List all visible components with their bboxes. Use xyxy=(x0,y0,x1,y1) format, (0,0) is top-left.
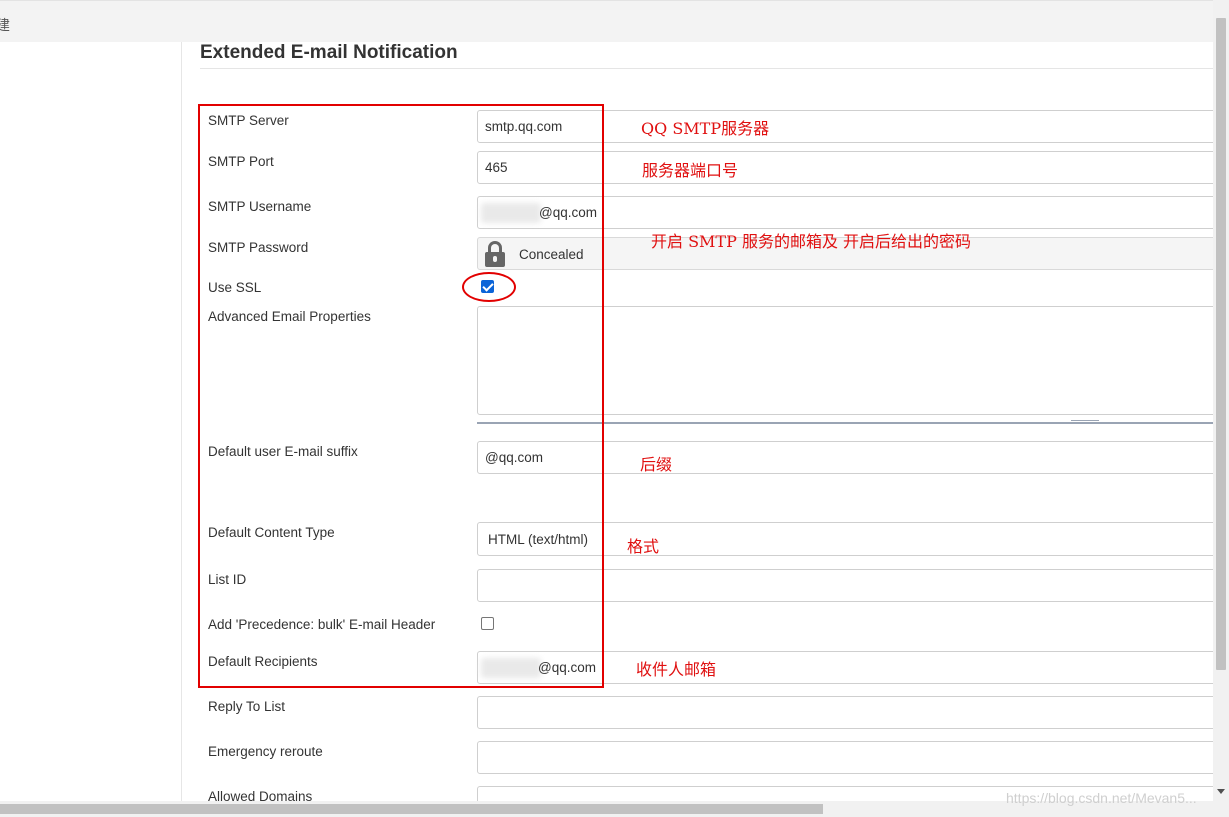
section-divider xyxy=(200,68,1213,69)
annotation-smtp-server: QQ SMTP服务器 xyxy=(641,119,770,138)
annotation-smtp-port: 服务器端口号 xyxy=(642,161,739,180)
section-title: Extended E-mail Notification xyxy=(200,42,458,63)
reply-to-list-label: Reply To List xyxy=(208,699,286,714)
topbar-text-fragment: 建 xyxy=(0,17,10,33)
annotation-credentials: 开启 SMTP 服务的邮箱及 开启后给出的密码 xyxy=(651,232,972,251)
annotation-ssl-circle xyxy=(462,272,516,302)
annotation-suffix: 后缀 xyxy=(640,455,673,474)
horizontal-scrollbar-thumb[interactable] xyxy=(0,804,823,814)
reply-to-list-input[interactable] xyxy=(477,696,1217,729)
watermark: https://blog.csdn.net/Mevan5... xyxy=(1006,790,1197,806)
textarea-resize-handle[interactable] xyxy=(1071,420,1099,424)
sidebar-divider xyxy=(181,42,182,802)
vertical-scrollbar-thumb[interactable] xyxy=(1216,18,1226,670)
emergency-reroute-input[interactable] xyxy=(477,741,1217,774)
top-bar: 建 xyxy=(0,0,1213,42)
vertical-scrollbar[interactable] xyxy=(1213,0,1229,801)
annotation-format: 格式 xyxy=(627,537,660,556)
annotation-recipients: 收件人邮箱 xyxy=(636,660,717,679)
annotation-highlight-box xyxy=(198,104,604,688)
scroll-down-arrow-icon[interactable] xyxy=(1217,789,1225,794)
emergency-reroute-label: Emergency reroute xyxy=(208,744,323,759)
